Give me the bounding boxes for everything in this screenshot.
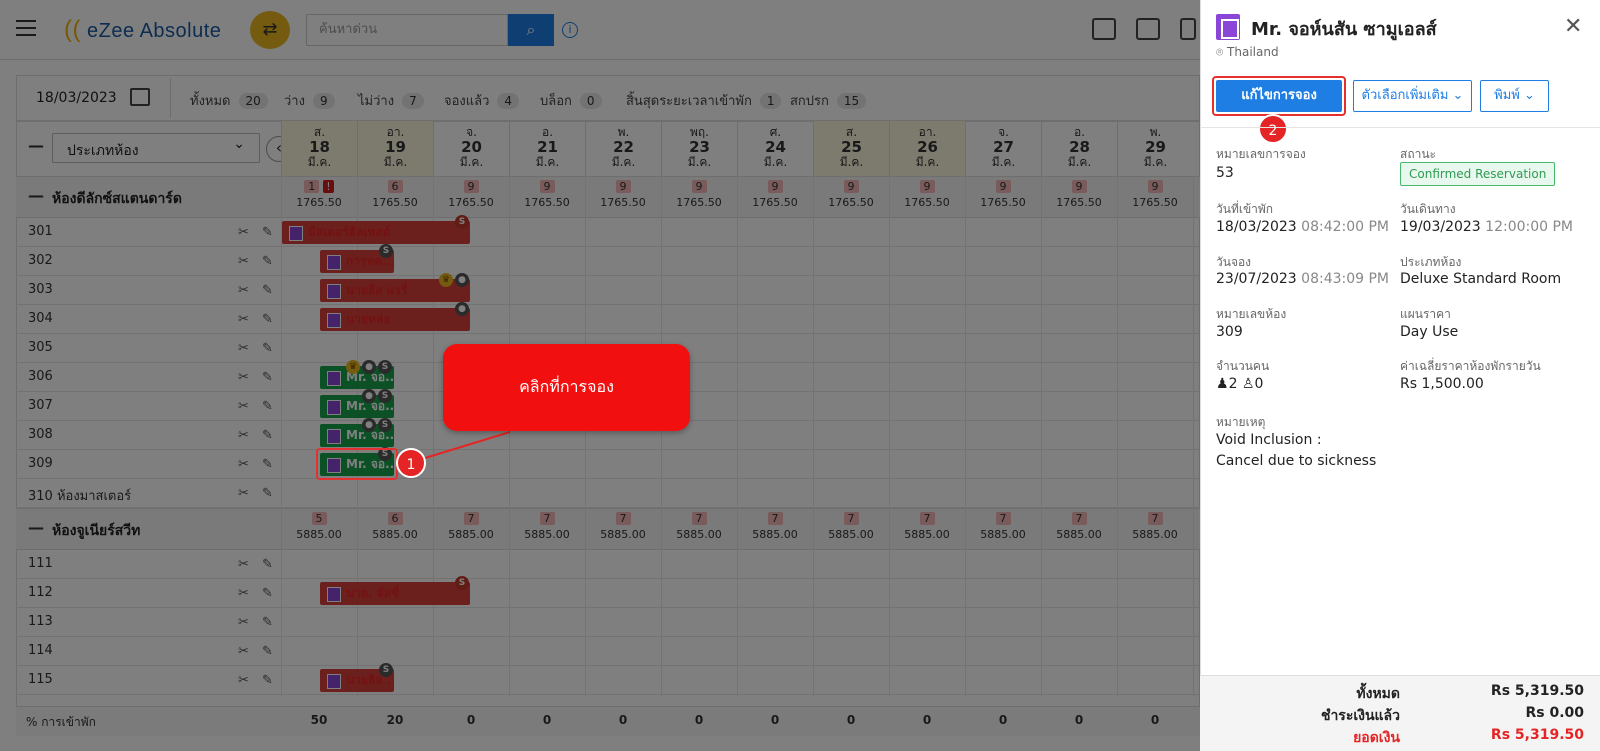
step-2-marker: 2	[1258, 114, 1288, 144]
guest-location: ⌾ Thailand	[1216, 45, 1279, 59]
adult-icon: ♟	[1216, 376, 1229, 392]
note-line-1: Void Inclusion :	[1216, 432, 1322, 448]
paid-label: ชำระเงินแล้ว	[1320, 708, 1400, 724]
close-icon[interactable]: ✕	[1564, 14, 1582, 39]
status-badge: Confirmed Reservation	[1400, 162, 1556, 186]
paid-value: Rs 0.00	[1525, 705, 1584, 721]
room-number-label: หมายเลขห้อง	[1216, 307, 1287, 321]
divider	[1200, 127, 1600, 128]
note-line-2: Cancel due to sickness	[1216, 453, 1377, 469]
pax-label: จำนวนคน	[1216, 359, 1270, 373]
balance-label: ยอดเงิน	[1353, 730, 1400, 746]
hotel-icon	[1216, 14, 1240, 40]
rate-plan-label: แผนราคา	[1400, 307, 1451, 321]
checkout-label: วันเดินทาง	[1400, 202, 1456, 216]
reservation-number: 53	[1216, 165, 1234, 181]
edit-reservation-button[interactable]: แก้ไขการจอง	[1216, 80, 1342, 112]
checkout-value: 19/03/2023 12:00:00 PM	[1400, 219, 1574, 235]
rate-plan-value: Day Use	[1400, 324, 1459, 340]
child-icon: ♙	[1241, 376, 1255, 392]
total-value: Rs 5,319.50	[1490, 683, 1584, 699]
total-label: ทั้งหมด	[1356, 686, 1400, 702]
booking-date-value: 23/07/2023 08:43:09 PM	[1216, 271, 1390, 287]
avg-rate-value: Rs 1,500.00	[1400, 376, 1484, 392]
room-number-value: 309	[1216, 324, 1243, 340]
guest-name: Mr. จอห์นสัน ซามูเอลส์	[1251, 19, 1437, 40]
callout-tooltip: คลิกที่การจอง	[443, 344, 690, 431]
balance-value: Rs 5,319.50	[1490, 727, 1584, 743]
pax-value: ♟2 ♙0	[1216, 376, 1264, 392]
step-1-marker: 1	[396, 448, 426, 478]
checkin-value: 18/03/2023 08:42:00 PM	[1216, 219, 1390, 235]
reservation-number-label: หมายเลขการจอง	[1216, 147, 1306, 161]
room-type-value: Deluxe Standard Room	[1400, 271, 1562, 287]
note-label: หมายเหตุ	[1216, 415, 1266, 429]
more-options-button[interactable]: ตัวเลือกเพิ่มเติม ⌄	[1353, 80, 1472, 112]
print-button[interactable]: พิมพ์ ⌄	[1480, 80, 1549, 112]
location-pin-icon: ⌾	[1216, 45, 1224, 59]
avg-rate-label: ค่าเฉลี่ยราคาห้องพักรายวัน	[1400, 359, 1541, 373]
checkin-label: วันที่เข้าพัก	[1216, 202, 1274, 216]
booking-date-label: วันจอง	[1216, 255, 1252, 269]
room-type-label: ประเภทห้อง	[1400, 255, 1462, 269]
